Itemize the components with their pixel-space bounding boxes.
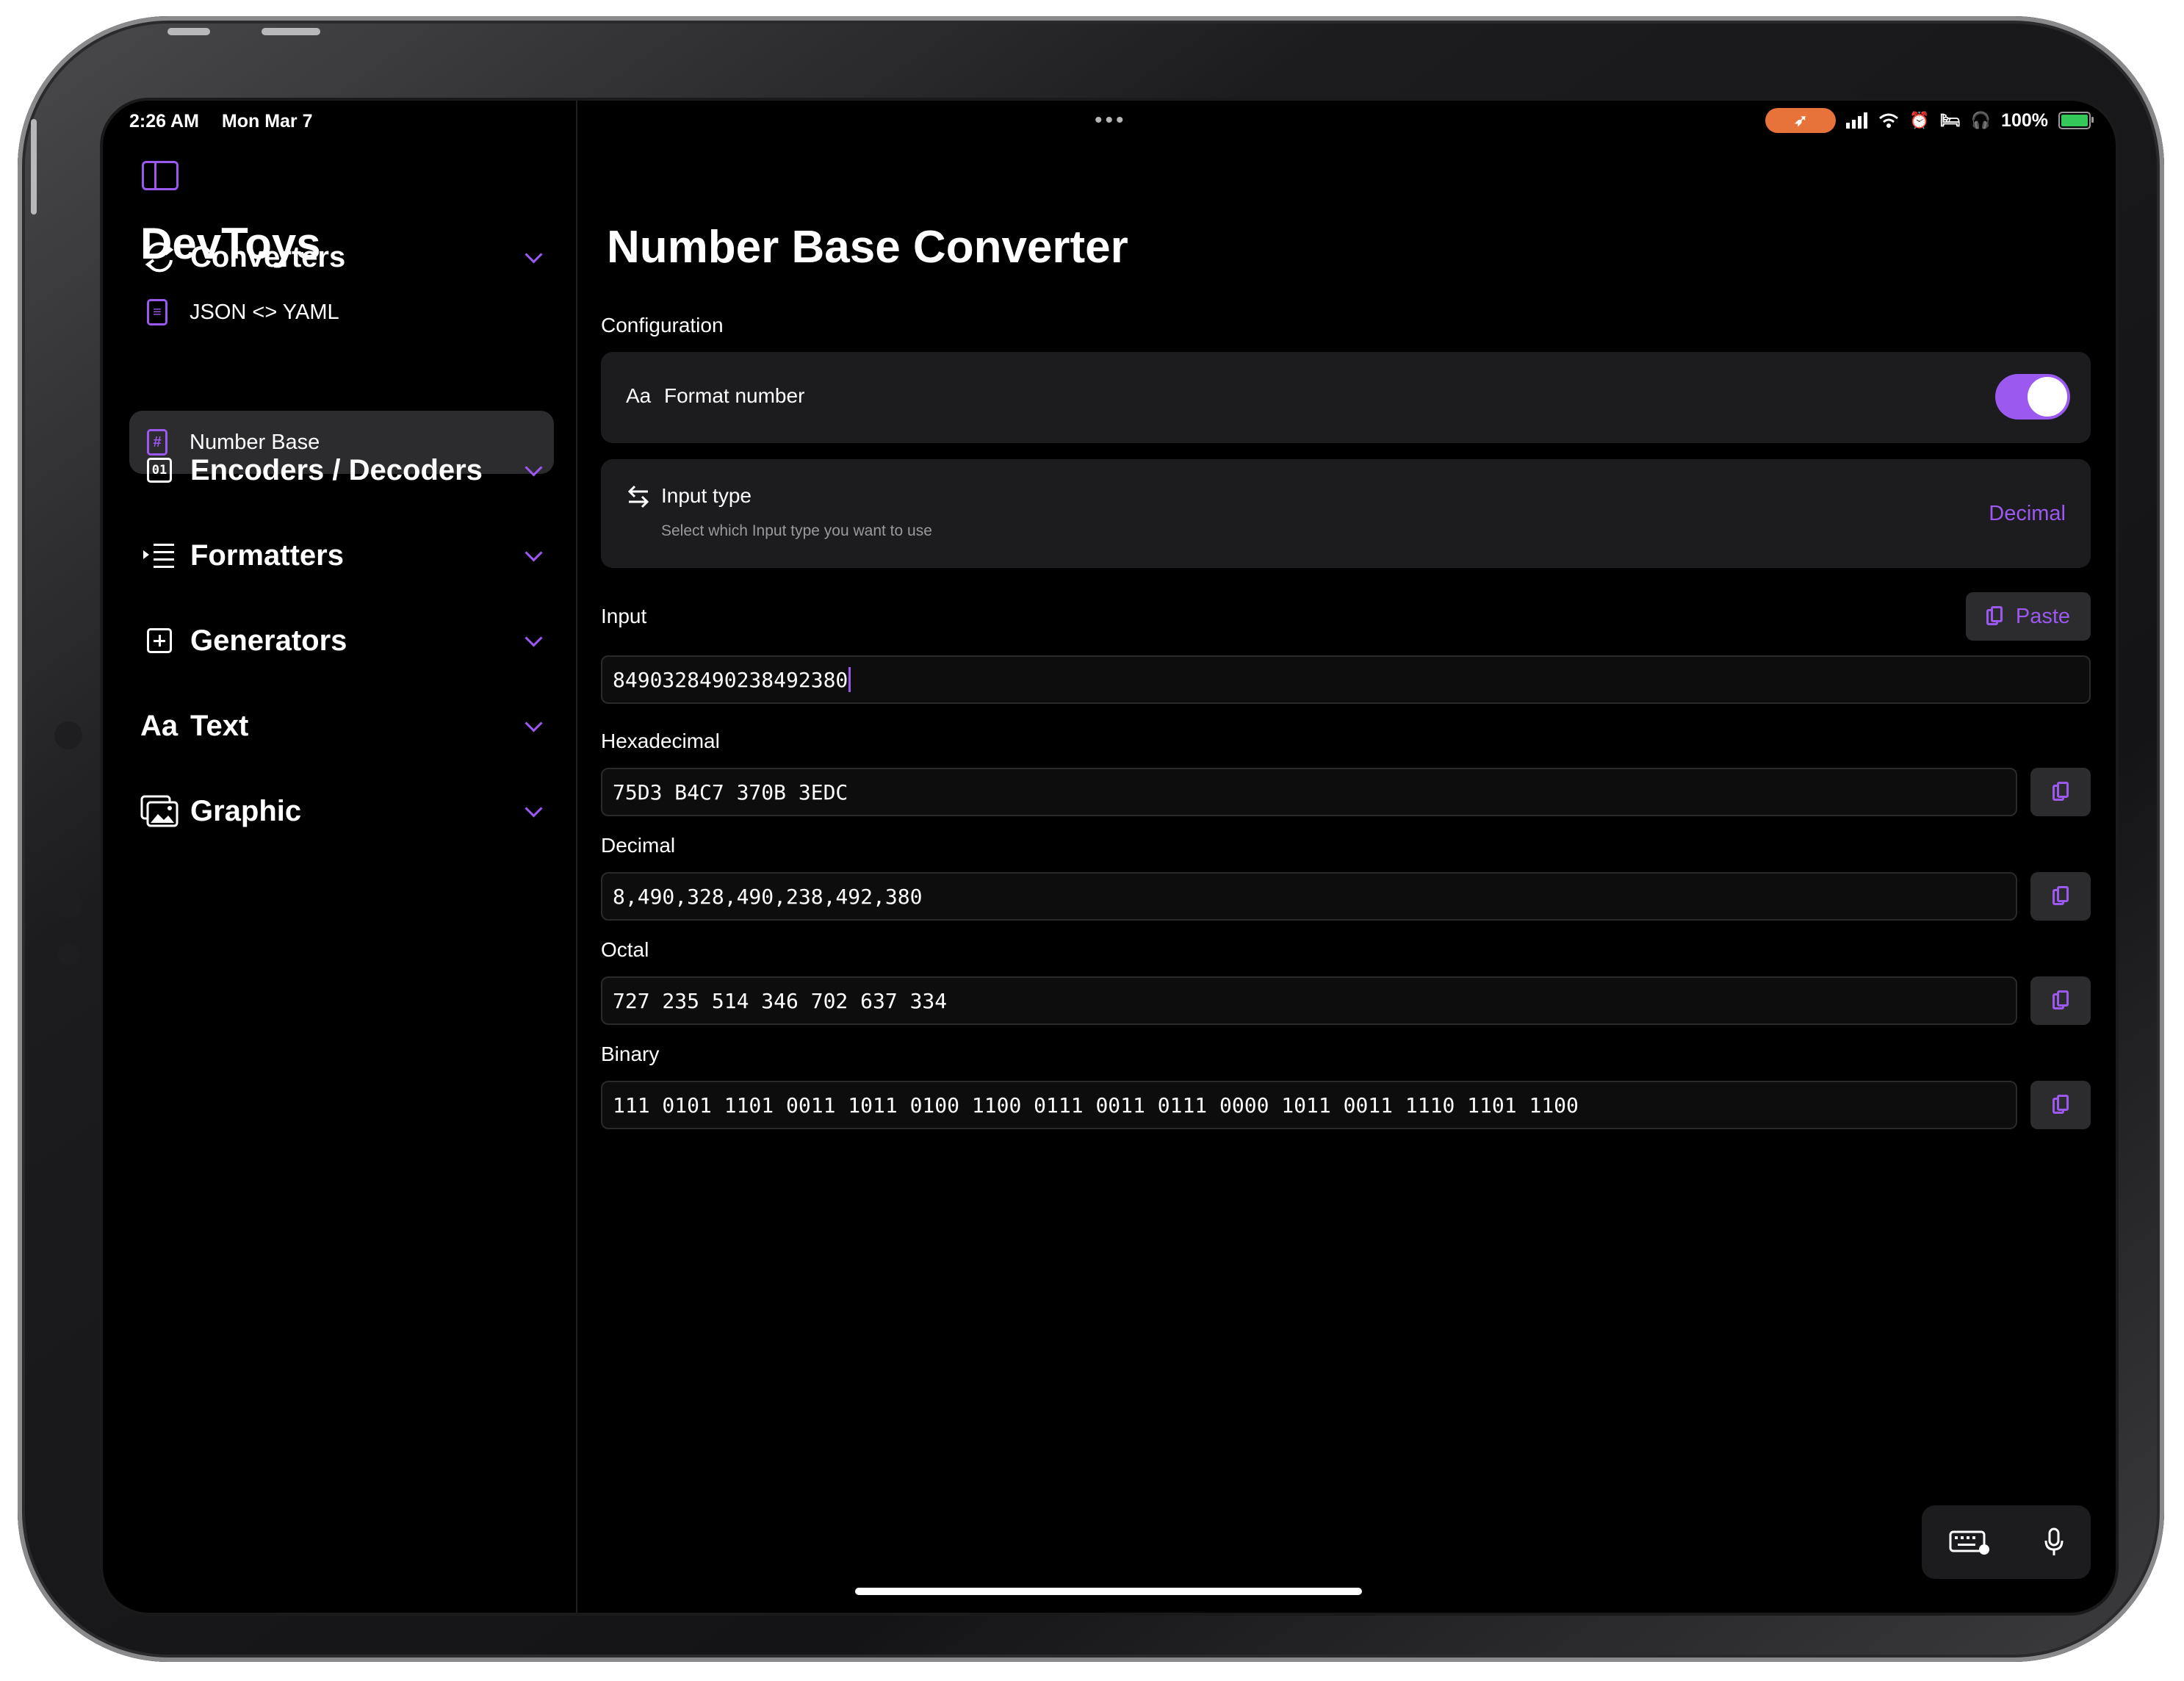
decimal-output[interactable]: 8,490,328,490,238,492,380 [601,872,2017,921]
sensor-dot [57,943,79,965]
chevron-down-icon[interactable] [525,245,543,264]
ipad-frame: 2:26 AM Mon Mar 7 ••• ➶ ⏰ 🛏 🎧 100% DevTo… [18,16,2164,1662]
home-indicator[interactable] [855,1588,1362,1595]
input-field[interactable]: 8490328490238492380 [601,655,2091,704]
chevron-down-icon[interactable] [525,713,543,732]
input-type-description: Select which Input type you want to use [661,522,932,539]
binary-value: 111 0101 1101 0011 1011 0100 1100 0111 0… [613,1093,1579,1117]
format-number-toggle[interactable] [1995,374,2070,420]
camera-dot [54,890,82,918]
section-graphic[interactable]: Graphic [140,785,552,837]
volume-button [262,28,320,35]
section-label: Encoders / Decoders [190,453,483,486]
chevron-down-icon[interactable] [525,628,543,647]
format-number-card: Aa Format number [601,352,2091,443]
section-generators[interactable]: Generators [140,615,552,666]
keyboard-icon[interactable] [1949,1529,1990,1555]
text-caret [848,667,851,692]
octal-value: 727 235 514 346 702 637 334 [613,988,948,1013]
section-text[interactable]: Aa Text [140,700,552,752]
sidebar-item-label: JSON <> YAML [190,300,339,324]
indent-list-icon [140,536,179,575]
chevron-down-icon[interactable] [525,458,543,477]
paste-label: Paste [2015,604,2071,628]
text-aa-icon: Aa [626,384,652,407]
sidebar-toggle-icon[interactable] [142,161,179,190]
volume-button [167,28,210,35]
paste-button[interactable]: Paste [1966,592,2091,641]
input-type-label: Input type [661,484,752,507]
binary-label: Binary [601,1043,660,1065]
copy-icon [2053,782,2069,802]
copy-icon [2053,886,2069,907]
main-content: Number Base Converter Configuration Aa F… [576,101,2116,1613]
text-aa-icon: Aa [140,709,179,742]
refresh-icon [140,238,179,276]
octal-output[interactable]: 727 235 514 346 702 637 334 [601,976,2017,1025]
chevron-down-icon[interactable] [525,799,543,818]
photos-icon [140,792,179,830]
plus-square-icon [140,622,179,660]
document-icon: ≡ [147,299,167,325]
input-type-select[interactable]: Decimal [1989,502,2066,526]
power-button [31,119,37,215]
copy-octal-button[interactable] [2030,976,2091,1025]
input-value: 8490328490238492380 [613,667,848,692]
copy-decimal-button[interactable] [2030,872,2091,921]
section-label: Graphic [190,794,302,827]
section-label: Text [190,709,249,742]
hexadecimal-value: 75D3 B4C7 370B 3EDC [613,780,848,804]
section-formatters[interactable]: Formatters [140,530,552,581]
keyboard-shortcut-bar [1922,1505,2091,1579]
section-encoders-decoders[interactable]: 01 Encoders / Decoders [140,444,552,496]
swap-arrows-icon [627,485,649,508]
section-label: Generators [190,624,347,657]
hexadecimal-label: Hexadecimal [601,730,720,752]
section-label: Formatters [190,539,344,572]
decimal-label: Decimal [601,834,676,857]
chevron-down-icon[interactable] [525,543,543,562]
page-title: Number Base Converter [607,222,1128,273]
copy-icon [2053,1095,2069,1115]
copy-icon [2053,990,2069,1011]
input-type-card[interactable]: Input type Select which Input type you w… [601,459,2091,568]
section-converters[interactable]: Converters [140,231,552,283]
section-label: Converters [190,240,346,273]
screen: 2:26 AM Mon Mar 7 ••• ➶ ⏰ 🛏 🎧 100% DevTo… [103,101,2116,1613]
copy-binary-button[interactable] [2030,1081,2091,1129]
microphone-icon[interactable] [2044,1527,2064,1557]
format-number-label: Format number [664,384,805,407]
input-label: Input [601,605,647,627]
camera-dot [54,721,82,749]
decimal-value: 8,490,328,490,238,492,380 [613,884,923,909]
hexadecimal-output[interactable]: 75D3 B4C7 370B 3EDC [601,768,2017,816]
configuration-label: Configuration [601,314,724,336]
copy-hexadecimal-button[interactable] [2030,768,2091,816]
clipboard-icon [1986,606,2003,627]
binary-01-icon: 01 [140,451,179,489]
binary-output[interactable]: 111 0101 1101 0011 1011 0100 1100 0111 0… [601,1081,2017,1129]
octal-label: Octal [601,938,649,961]
sidebar: DevToys Converters ≡ JSON <> YAML # Numb… [103,101,577,1613]
sidebar-item-json-yaml[interactable]: ≡ JSON <> YAML [129,281,554,344]
